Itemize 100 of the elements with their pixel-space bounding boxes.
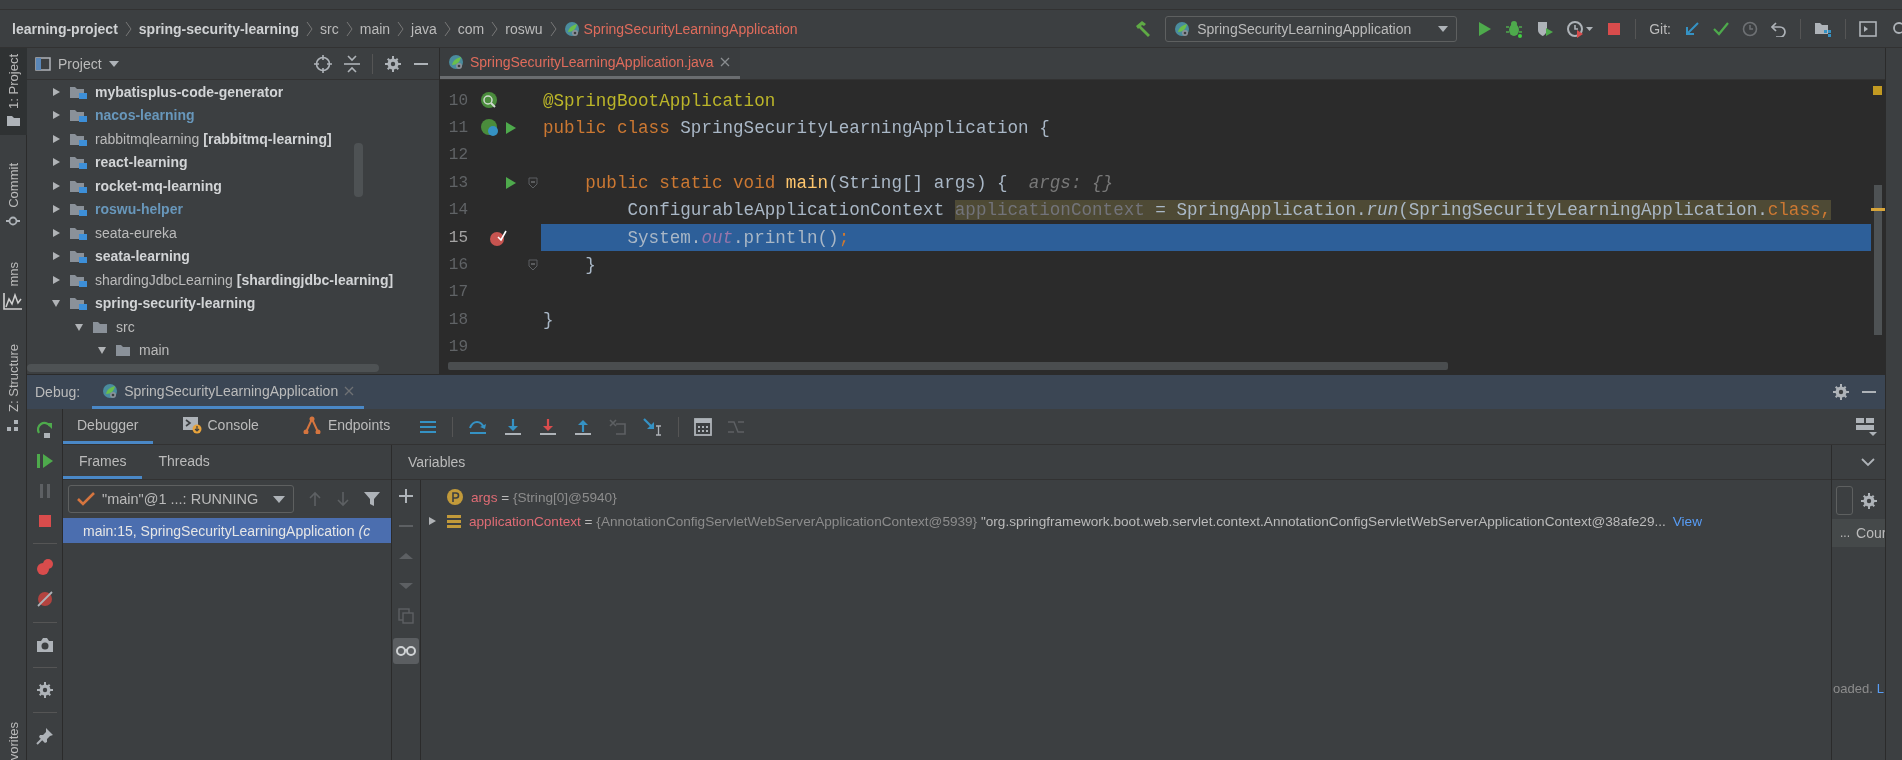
expand-arrow-icon[interactable] <box>51 204 61 215</box>
view-link[interactable]: View <box>1672 513 1702 529</box>
camera-icon[interactable] <box>35 637 54 653</box>
undo-icon[interactable] <box>1771 20 1787 37</box>
stop-icon[interactable] <box>1606 20 1623 37</box>
collapse-all-icon[interactable] <box>344 54 360 73</box>
tree-item[interactable]: src <box>27 315 439 339</box>
tree-item[interactable]: rabbitmqlearning [rabbitmq-learning] <box>27 127 439 151</box>
frames-tab[interactable]: Frames <box>63 445 143 479</box>
expand-arrow-icon[interactable] <box>51 133 61 144</box>
chart-icon[interactable] <box>3 292 23 311</box>
project-structure-icon[interactable] <box>1814 20 1832 37</box>
run-gutter-icon[interactable] <box>505 121 517 136</box>
bean-icon[interactable] <box>480 118 500 139</box>
expand-arrow-icon[interactable] <box>51 110 61 121</box>
menu-icon[interactable] <box>419 418 438 435</box>
breakpoints-icon[interactable] <box>35 558 54 576</box>
bean-icon[interactable] <box>480 90 500 111</box>
tool-window-tab[interactable]: Commit <box>5 162 21 208</box>
expand-arrow-icon[interactable] <box>51 157 61 168</box>
breadcrumb-item[interactable]: spring-security-learning <box>138 20 300 37</box>
hammer-icon[interactable] <box>1134 19 1153 38</box>
show-watches-button[interactable] <box>393 638 419 664</box>
tool-window-tab[interactable]: Z: Structure <box>5 344 21 413</box>
fold-marker-icon[interactable] <box>527 259 538 272</box>
tree-item[interactable]: react-learning <box>27 150 439 174</box>
expand-arrow-icon[interactable] <box>51 274 61 285</box>
step-into-icon[interactable] <box>503 417 524 436</box>
settings-icon[interactable] <box>385 55 401 72</box>
tree-item[interactable]: shardingJdbcLearning [shardingjdbc-learning] <box>27 268 439 292</box>
locate-icon[interactable] <box>314 54 332 73</box>
run-to-cursor-icon[interactable] <box>643 417 664 436</box>
run-icon[interactable] <box>1476 20 1493 37</box>
folder-icon[interactable] <box>6 114 20 127</box>
session-tab[interactable]: SpringSecurityLearningApplication <box>92 375 365 409</box>
tree-item[interactable]: spring-security-learning <box>27 291 439 315</box>
debugger-tab[interactable]: Console <box>167 409 273 444</box>
frames-tab[interactable]: Threads <box>142 445 226 479</box>
run-configuration-dropdown[interactable]: SpringSecurityLearningApplication <box>1165 15 1458 42</box>
structure-icon[interactable] <box>6 418 20 433</box>
rerun-icon[interactable] <box>35 421 54 439</box>
scrollbar-thumb[interactable] <box>27 364 379 372</box>
debugger-tab[interactable]: Debugger <box>63 409 153 444</box>
breakpoint-icon[interactable] <box>489 228 507 247</box>
stack-frame[interactable]: main:15, SpringSecurityLearningApplication (c <box>63 518 391 543</box>
filter-icon[interactable] <box>364 491 380 507</box>
settings-icon[interactable] <box>1861 492 1877 509</box>
step-out-icon[interactable] <box>573 417 594 436</box>
breadcrumb-item[interactable]: java <box>411 20 437 37</box>
expand-arrow-icon[interactable] <box>51 227 61 238</box>
warning-marker[interactable] <box>1873 86 1882 95</box>
tool-window-tab[interactable]: mns <box>5 261 21 287</box>
coverage-run-icon[interactable] <box>1536 19 1555 38</box>
calculator-icon[interactable] <box>694 417 713 436</box>
layout-icon[interactable] <box>1855 416 1877 437</box>
chevron-down-icon[interactable] <box>1861 457 1875 467</box>
scrollbar-thumb[interactable] <box>1874 185 1882 335</box>
breadcrumb-item[interactable]: SpringSecurityLearningApplication <box>563 20 798 37</box>
link[interactable]: L <box>1876 681 1884 696</box>
thread-dropdown[interactable]: "main"@1 ...: RUNNING <box>68 485 294 513</box>
tree-item[interactable]: nacos-learning <box>27 103 439 127</box>
collapse-arrow-icon[interactable] <box>51 298 61 309</box>
breadcrumb-item[interactable]: roswu <box>505 20 543 37</box>
expand-arrow-icon[interactable] <box>427 516 437 526</box>
search-field[interactable] <box>1836 486 1853 515</box>
pin-icon[interactable] <box>35 727 54 745</box>
collapse-arrow-icon[interactable] <box>97 345 107 356</box>
debugger-tab[interactable]: Endpoints <box>287 409 405 444</box>
terminal-icon[interactable] <box>1859 20 1877 37</box>
fold-marker-icon[interactable] <box>527 176 538 189</box>
tree-item[interactable]: rocket-mq-learning <box>27 174 439 198</box>
profiler-icon[interactable] <box>1567 19 1594 38</box>
resume-icon[interactable] <box>35 453 54 469</box>
search-icon[interactable] <box>1890 20 1902 37</box>
mute-breakpoints-icon[interactable] <box>35 590 54 608</box>
force-step-into-icon[interactable] <box>538 417 559 436</box>
tool-window-tab[interactable]: vorites <box>5 721 21 760</box>
expand-arrow-icon[interactable] <box>51 86 61 97</box>
expand-arrow-icon[interactable] <box>51 180 61 191</box>
tree-item[interactable]: main <box>27 338 439 362</box>
tree-item[interactable]: roswu-helper <box>27 197 439 221</box>
breadcrumb-item[interactable]: com <box>457 20 485 37</box>
tree-item[interactable]: seata-learning <box>27 244 439 268</box>
run-gutter-icon[interactable] <box>505 175 517 190</box>
close-icon[interactable] <box>719 57 730 67</box>
tree-item[interactable]: seata-eureka <box>27 221 439 245</box>
add-watch-icon[interactable] <box>398 488 414 504</box>
project-view-dropdown[interactable]: Project <box>35 55 119 72</box>
breadcrumb-item[interactable]: learning-project <box>12 20 118 37</box>
collapse-arrow-icon[interactable] <box>74 321 84 332</box>
settings-icon[interactable] <box>1833 384 1849 400</box>
stop-icon[interactable] <box>36 513 53 529</box>
scrollbar-thumb[interactable] <box>448 362 1448 370</box>
commit-check-icon[interactable] <box>1713 20 1729 37</box>
settings-icon[interactable] <box>36 682 53 698</box>
breadcrumb-item[interactable]: src <box>320 20 339 37</box>
breadcrumb-item[interactable]: main <box>359 20 391 37</box>
expand-arrow-icon[interactable] <box>51 251 61 262</box>
tree-item[interactable]: mybatisplus-code-generator <box>27 80 439 104</box>
bug-icon[interactable] <box>1505 19 1524 38</box>
